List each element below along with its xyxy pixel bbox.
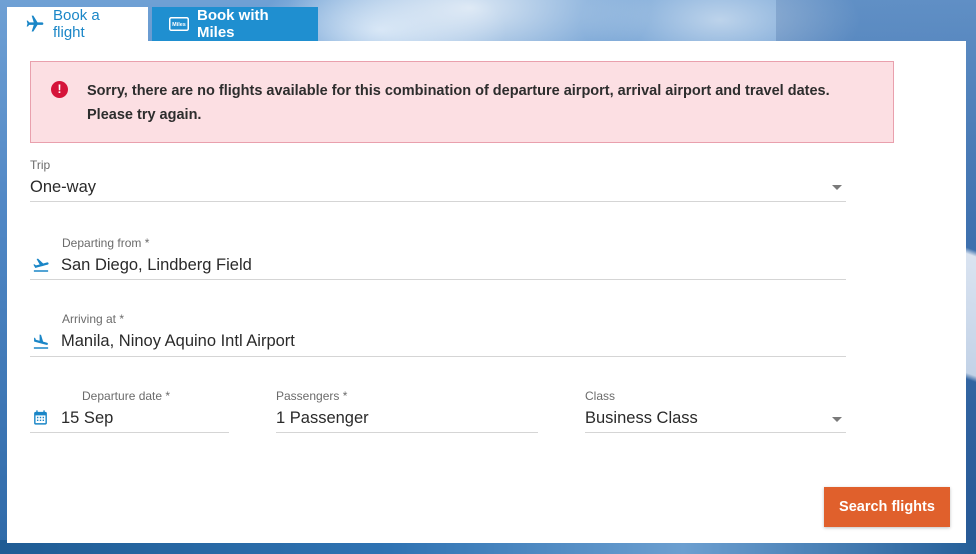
- divider: [30, 356, 846, 357]
- divider: [30, 279, 846, 280]
- divider: [30, 201, 846, 202]
- landing-icon: [32, 333, 50, 356]
- airplane-icon: [25, 14, 45, 34]
- error-icon: !: [51, 81, 68, 98]
- tab-book-with-miles[interactable]: Miles Book with Miles: [152, 7, 318, 41]
- divider: [30, 432, 229, 433]
- passengers-label: Passengers *: [276, 389, 348, 403]
- trip-label: Trip: [30, 158, 51, 172]
- departure-date-value: 15 Sep: [61, 409, 114, 427]
- class-select[interactable]: Class Business Class: [585, 389, 846, 433]
- departing-from-field[interactable]: Departing from * San Diego, Lindberg Fie…: [30, 236, 846, 280]
- arriving-at-field[interactable]: Arriving at * Manila, Ninoy Aquino Intl …: [30, 312, 846, 357]
- chevron-down-icon: [832, 185, 842, 190]
- departure-date-field[interactable]: Departure date * 15 Sep: [30, 389, 229, 433]
- chevron-down-icon: [832, 417, 842, 422]
- class-value: Business Class: [585, 409, 698, 427]
- miles-card-icon: Miles: [169, 17, 189, 31]
- tab-book-a-flight[interactable]: Book a flight: [7, 7, 148, 41]
- divider: [276, 432, 538, 433]
- trip-select[interactable]: Trip One-way: [30, 158, 846, 202]
- alert-message: Sorry, there are no flights available fo…: [87, 83, 830, 123]
- error-alert: ! Sorry, there are no flights available …: [30, 61, 894, 143]
- tab-label: Book with Miles: [197, 7, 269, 41]
- calendar-icon: [32, 409, 49, 431]
- svg-text:Miles: Miles: [172, 22, 186, 28]
- departing-value: San Diego, Lindberg Field: [61, 256, 252, 274]
- booking-card: ! Sorry, there are no flights available …: [7, 41, 966, 543]
- departure-date-label: Departure date *: [82, 389, 171, 403]
- divider: [585, 432, 846, 433]
- trip-value: One-way: [30, 178, 97, 196]
- takeoff-icon: [32, 256, 50, 279]
- booking-tabs: Book a flight Miles Book with Miles: [7, 7, 318, 41]
- departing-label: Departing from *: [62, 236, 150, 250]
- class-label: Class: [585, 389, 616, 403]
- tab-label: Book a flight: [53, 7, 100, 41]
- search-flights-button[interactable]: Search flights: [824, 487, 950, 527]
- arriving-label: Arriving at *: [62, 312, 125, 326]
- passengers-value: 1 Passenger: [276, 409, 369, 427]
- arriving-value: Manila, Ninoy Aquino Intl Airport: [61, 332, 295, 350]
- passengers-field[interactable]: Passengers * 1 Passenger: [276, 389, 538, 433]
